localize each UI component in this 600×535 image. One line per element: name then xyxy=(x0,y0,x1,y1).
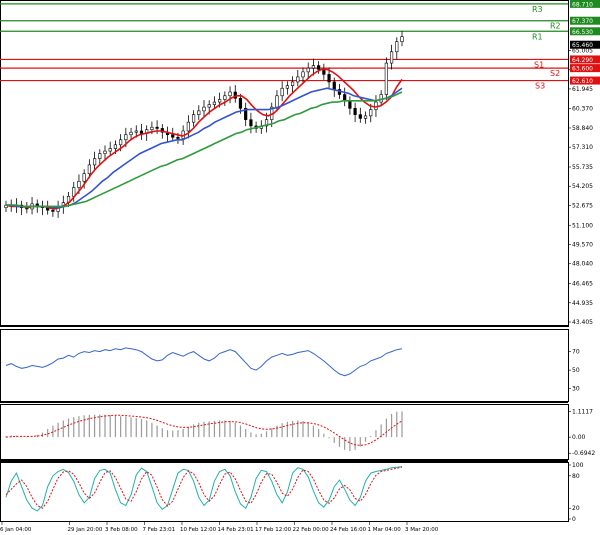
macd-tick-label: 1.1117 xyxy=(572,408,593,415)
price-tick-label: 43.405 xyxy=(572,319,593,326)
candle-body xyxy=(197,110,201,115)
time-tick-label: 6 Jan 04:00 xyxy=(0,527,32,533)
level-price-label: 68.710 xyxy=(572,1,593,8)
candle-body xyxy=(139,130,144,134)
candle-body xyxy=(129,131,133,136)
candle-body xyxy=(275,95,279,108)
level-name-s2: S2 xyxy=(550,69,560,78)
candle-body xyxy=(212,101,217,105)
candle-body xyxy=(92,158,97,166)
rsi-tick-label: 70 xyxy=(572,349,580,356)
level-name-r2: R2 xyxy=(550,22,561,31)
price-tick-label: 55.735 xyxy=(572,164,593,171)
candle-body xyxy=(363,115,368,119)
time-tick-label: 7 Feb 23:01 xyxy=(143,527,176,533)
price-tick-label: 58.840 xyxy=(572,125,593,132)
candle-body xyxy=(207,104,211,108)
candle-body xyxy=(98,153,102,159)
stoch-tick-label: 80 xyxy=(572,473,580,480)
candle-body xyxy=(238,97,243,109)
candle-body xyxy=(296,76,300,83)
time-tick-label: 24 Feb 16:00 xyxy=(330,527,367,533)
candle-body xyxy=(249,119,253,127)
macd-tick-label: 0.00 xyxy=(572,434,586,441)
time-tick-label: 14 Feb 23:01 xyxy=(218,527,254,533)
candle-body xyxy=(343,94,347,102)
candle-body xyxy=(389,51,394,64)
candle-body xyxy=(317,65,321,70)
candle-body xyxy=(124,134,128,141)
current-price-label: 65.460 xyxy=(572,42,593,49)
stoch-tick-label: 0 xyxy=(572,516,576,523)
candle-body xyxy=(218,99,222,103)
candle-body xyxy=(379,94,383,103)
price-tick-label: 61.945 xyxy=(572,86,593,93)
time-tick-label: 3 Mar 20:00 xyxy=(405,527,439,533)
candle-body xyxy=(285,85,289,89)
candle-body xyxy=(171,134,175,138)
candle-body xyxy=(150,126,154,131)
price-tick-label: 46.465 xyxy=(572,281,593,288)
price-tick-label: 51.100 xyxy=(572,222,593,229)
candle-body xyxy=(400,36,404,43)
candle-body xyxy=(228,91,232,97)
candle-body xyxy=(51,209,55,212)
level-name-r3: R3 xyxy=(532,5,543,14)
candle-body xyxy=(311,65,316,69)
candle-body xyxy=(301,71,305,78)
candle-body xyxy=(113,144,118,149)
candle-body xyxy=(327,74,331,83)
candle-body xyxy=(176,136,180,139)
candle-body xyxy=(369,109,373,117)
price-tick-label: 57.310 xyxy=(572,144,593,151)
level-price-label: 64.290 xyxy=(572,57,593,64)
candle-body xyxy=(358,114,362,119)
candle-body xyxy=(155,126,159,129)
candle-body xyxy=(202,106,206,112)
price-tick-label: 54.205 xyxy=(572,183,593,190)
candle-body xyxy=(280,87,284,97)
candle-body xyxy=(103,150,107,154)
time-tick-label: 10 Feb 12:00 xyxy=(180,527,217,533)
price-tick-label: 49.570 xyxy=(572,241,593,248)
level-name-s3: S3 xyxy=(535,82,545,91)
candle-body xyxy=(374,101,378,110)
time-tick-label: 17 Feb 12:00 xyxy=(255,527,292,533)
candle-body xyxy=(290,81,295,87)
price-tick-label: 44.935 xyxy=(572,300,593,307)
price-tick-label: 60.370 xyxy=(572,106,593,113)
macd-tick-label: -0.6942 xyxy=(572,450,595,457)
candle-body xyxy=(191,114,196,123)
candle-body xyxy=(384,62,388,95)
stoch-tick-label: 20 xyxy=(572,505,580,512)
trading-chart: 65.00563.46561.94560.37058.84057.31055.7… xyxy=(0,0,600,535)
candle-body xyxy=(82,173,86,182)
price-tick-label: 48.040 xyxy=(572,261,593,268)
candle-body xyxy=(77,180,81,188)
candle-body xyxy=(348,100,352,109)
candle-body xyxy=(87,164,91,175)
level-price-label: 66.530 xyxy=(572,29,593,36)
level-price-label: 67.370 xyxy=(572,18,593,25)
candle-body xyxy=(353,108,357,115)
price-tick-label: 52.675 xyxy=(572,202,593,209)
rsi-tick-label: 50 xyxy=(572,367,580,374)
candle-body xyxy=(186,121,190,132)
level-price-label: 62.610 xyxy=(572,78,593,85)
candle-body xyxy=(306,67,310,73)
candle-body xyxy=(332,81,336,90)
rsi-tick-label: 30 xyxy=(572,386,580,393)
time-tick-label: 29 Jan 20:00 xyxy=(68,527,103,533)
candle-body xyxy=(119,139,123,146)
candle-body xyxy=(223,95,227,100)
stoch-tick-label: 100 xyxy=(572,462,584,469)
time-tick-label: 22 Feb 00:00 xyxy=(293,527,330,533)
level-name-r1: R1 xyxy=(532,32,543,41)
candle-body xyxy=(108,148,112,152)
time-tick-label: 3 Feb 08:00 xyxy=(105,527,138,533)
candle-body xyxy=(134,130,138,133)
candle-body xyxy=(395,41,399,53)
level-price-label: 63.600 xyxy=(572,66,593,73)
time-tick-label: 1 Mar 04:00 xyxy=(368,527,402,533)
